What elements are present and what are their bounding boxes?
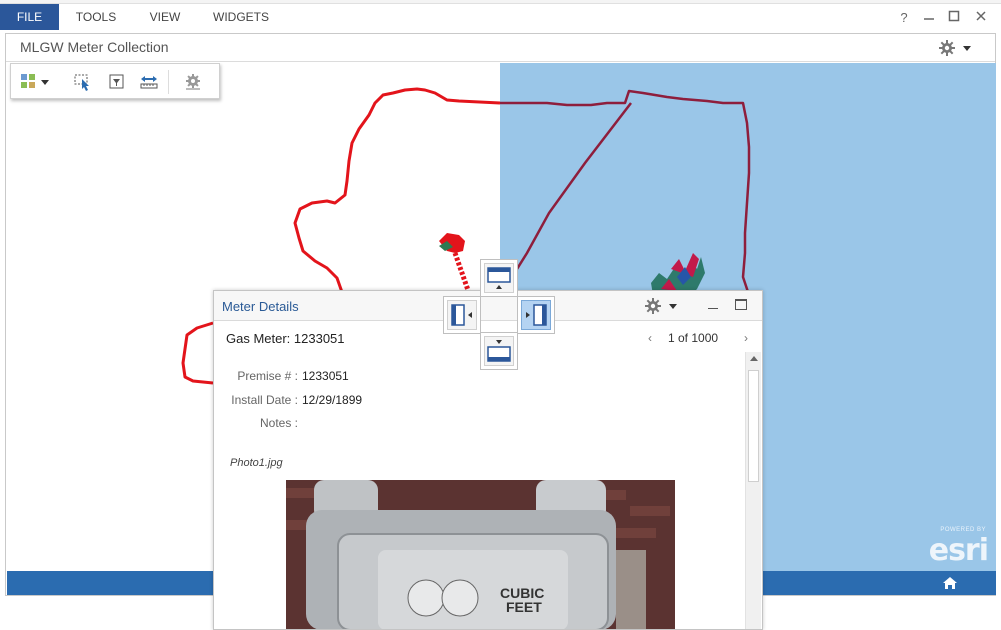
panel-minimize-button[interactable]	[707, 299, 721, 313]
next-feature-button[interactable]: ›	[744, 331, 748, 345]
previous-feature-button[interactable]: ‹	[648, 331, 652, 345]
esri-logo: esri	[928, 533, 989, 568]
dock-top-icon	[487, 267, 511, 289]
ribbon-tabs: FILE TOOLS VIEW WIDGETS ?	[0, 4, 1001, 30]
dock-top-guide[interactable]	[480, 259, 518, 297]
meter-photo[interactable]: CUBIC FEET	[286, 480, 675, 629]
filter-icon	[109, 74, 124, 89]
select-icon	[74, 74, 89, 91]
select-button[interactable]	[73, 72, 93, 92]
help-button[interactable]: ?	[893, 8, 915, 28]
measure-button[interactable]	[139, 72, 159, 92]
attribute-value: 12/29/1899	[302, 393, 363, 407]
filter-button[interactable]	[107, 72, 127, 92]
dock-right-icon	[526, 304, 547, 326]
close-window-button[interactable]	[970, 8, 992, 28]
dock-right-target[interactable]	[521, 300, 551, 330]
pager-text: 1 of 1000	[668, 331, 719, 345]
dock-left-icon	[451, 304, 472, 326]
measure-icon	[140, 76, 158, 89]
panel-title: Meter Details	[222, 299, 299, 314]
toolbar-separator	[168, 70, 169, 94]
tab-widgets[interactable]: WIDGETS	[206, 4, 276, 30]
scrollbar-thumb[interactable]	[748, 370, 759, 482]
panel-scrollbar[interactable]	[745, 352, 761, 629]
map-toolbar	[10, 63, 220, 99]
attribute-label: Notes :	[259, 416, 298, 430]
attribute-value: 1233051	[302, 369, 349, 383]
dock-right-guide[interactable]	[517, 296, 555, 334]
dock-bottom-icon	[487, 340, 511, 362]
boundary-outline-left	[181, 321, 214, 385]
app-title-bar: MLGW Meter Collection	[6, 34, 995, 62]
panel-maximize-button[interactable]	[735, 299, 747, 310]
chevron-down-icon	[963, 46, 971, 51]
gas-meter-photo-image: CUBIC FEET	[286, 480, 675, 629]
attribute-label: Premise # :	[237, 369, 298, 383]
basemap-gallery-icon	[21, 74, 49, 88]
attribute-row: Premise # : 1233051	[214, 369, 734, 385]
basemap-gallery-button[interactable]	[19, 72, 51, 92]
app-title: MLGW Meter Collection	[20, 39, 169, 55]
photo-text-feet: FEET	[506, 599, 542, 615]
home-button[interactable]	[942, 575, 958, 591]
feature-pager: ‹ 1 of 1000 ›	[648, 331, 748, 347]
dock-bottom-target[interactable]	[484, 336, 514, 366]
gear-icon	[645, 298, 661, 314]
minimize-icon	[924, 18, 934, 20]
esri-attribution: POWERED BY esri	[922, 527, 989, 568]
attribute-row: Notes :	[214, 416, 734, 432]
diagonal-line	[499, 102, 632, 294]
dock-bottom-guide[interactable]	[480, 332, 518, 370]
feature-title: Gas Meter: 1233051	[226, 331, 345, 346]
close-icon	[976, 11, 986, 21]
tab-file[interactable]: FILE	[0, 4, 59, 30]
gear-icon	[939, 40, 955, 56]
dock-top-target[interactable]	[484, 263, 514, 293]
maximize-icon	[948, 10, 960, 22]
attribute-label: Install Date :	[231, 393, 298, 407]
dock-left-target[interactable]	[447, 300, 477, 330]
chevron-down-icon	[669, 304, 677, 309]
panel-settings-dropdown[interactable]	[645, 298, 685, 314]
app-settings-dropdown[interactable]	[939, 40, 979, 56]
home-icon	[943, 577, 957, 589]
tab-tools[interactable]: TOOLS	[68, 4, 124, 30]
settings-icon	[186, 74, 200, 90]
toolbar-settings-button[interactable]	[183, 72, 203, 92]
maximize-window-button[interactable]	[943, 8, 965, 28]
photo-label[interactable]: Photo1.jpg	[230, 457, 283, 469]
minimize-window-button[interactable]	[918, 8, 940, 28]
scroll-up-arrow[interactable]	[750, 356, 758, 361]
attribute-row: Install Date : 12/29/1899	[214, 393, 734, 409]
tab-view[interactable]: VIEW	[140, 4, 190, 30]
dock-left-guide[interactable]	[443, 296, 481, 334]
